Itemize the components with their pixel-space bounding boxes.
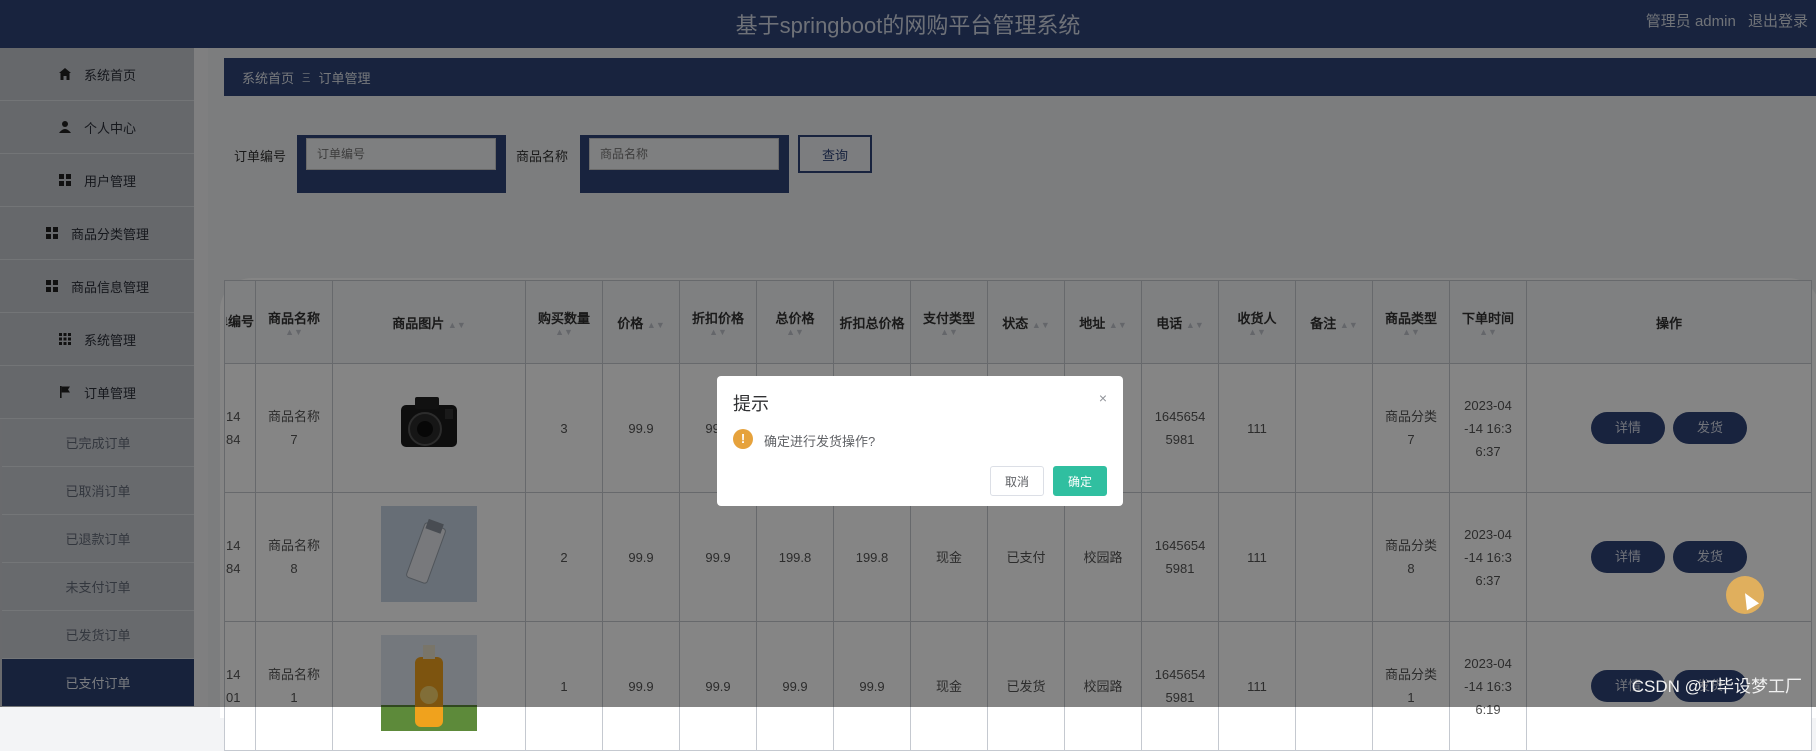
watermark: CSDN @IT毕设梦工厂 xyxy=(1631,677,1802,696)
dialog-title: 提示 xyxy=(733,394,769,414)
cancel-button[interactable]: 取消 xyxy=(990,466,1044,496)
warning-icon: ! xyxy=(733,429,753,449)
close-icon[interactable]: × xyxy=(1099,390,1107,406)
confirm-button[interactable]: 确定 xyxy=(1053,466,1107,496)
dialog-message: 确定进行发货操作? xyxy=(764,434,876,449)
modal-overlay[interactable] xyxy=(0,0,1816,707)
confirm-dialog: 提示 × ! 确定进行发货操作? 取消 确定 xyxy=(717,376,1123,506)
